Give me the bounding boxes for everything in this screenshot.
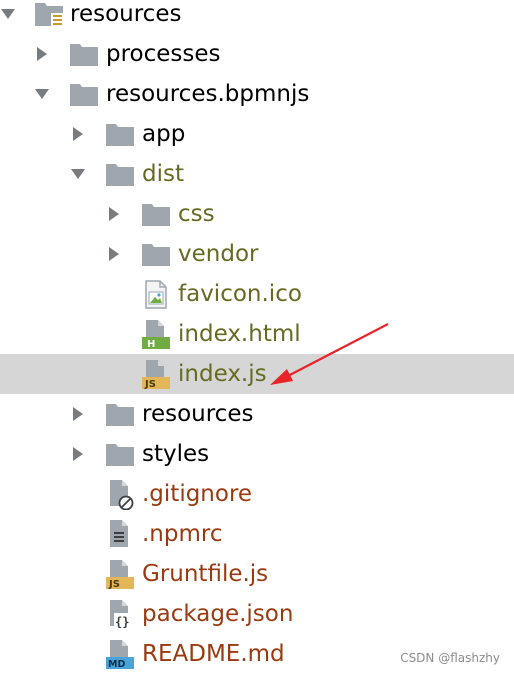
tree-item-package-json[interactable]: {} package.json (0, 594, 514, 634)
tree-item-npmrc[interactable]: .npmrc (0, 514, 514, 554)
chevron-right-icon[interactable] (68, 444, 88, 464)
folder-icon (105, 158, 135, 190)
file-badge: JS (108, 579, 120, 590)
tree-item-label: .gitignore (142, 481, 253, 507)
tree-item-label: resources (142, 401, 254, 427)
tree-item-vendor[interactable]: vendor (0, 234, 514, 274)
tree-item-label: Gruntfile.js (142, 561, 269, 587)
tree-item-label: vendor (178, 241, 259, 267)
chevron-right-icon[interactable] (68, 124, 88, 144)
json-file-icon: {} (105, 598, 135, 630)
tree-item-dist[interactable]: dist (0, 154, 514, 194)
tree-item-label: favicon.ico (178, 281, 302, 307)
chevron-right-icon[interactable] (68, 404, 88, 424)
module-folder-icon (34, 0, 64, 30)
file-badge: H (147, 339, 155, 350)
chevron-right-icon[interactable] (32, 44, 52, 64)
tree-item-index-js[interactable]: JS index.js (0, 354, 514, 394)
image-file-icon (141, 278, 171, 310)
file-badge: {} (115, 615, 129, 629)
watermark: CSDN @flashzhy (400, 651, 500, 665)
tree-item-label: styles (142, 441, 210, 467)
folder-icon (69, 38, 99, 70)
js-file-icon: JS (141, 358, 171, 390)
folder-icon (69, 78, 99, 110)
tree-item-label: README.md (142, 641, 285, 667)
chevron-down-icon[interactable] (0, 4, 18, 24)
file-badge: MD (108, 659, 125, 670)
tree-item-gruntfile[interactable]: JS Gruntfile.js (0, 554, 514, 594)
markdown-file-icon: MD (105, 638, 135, 670)
tree-item-resources-bpmnjs[interactable]: resources.bpmnjs (0, 74, 514, 114)
chevron-down-icon[interactable] (32, 84, 52, 104)
html-file-icon: H (141, 318, 171, 350)
folder-icon (141, 198, 171, 230)
tree-item-label: resources (70, 1, 182, 27)
tree-item-label: .npmrc (142, 521, 223, 547)
folder-icon (105, 398, 135, 430)
chevron-right-icon[interactable] (104, 244, 124, 264)
text-file-icon (105, 518, 135, 550)
tree-item-app[interactable]: app (0, 114, 514, 154)
tree-item-label: resources.bpmnjs (106, 81, 310, 107)
tree-item-label: css (178, 201, 215, 227)
chevron-down-icon[interactable] (68, 164, 88, 184)
file-badge: JS (144, 379, 156, 390)
chevron-right-icon[interactable] (104, 204, 124, 224)
tree-item-index-html[interactable]: H index.html (0, 314, 514, 354)
tree-item-label: index.js (178, 361, 267, 387)
tree-item-processes[interactable]: processes (0, 34, 514, 74)
folder-icon (141, 238, 171, 270)
tree-item-label: app (142, 121, 186, 147)
tree-item-label: processes (106, 41, 221, 67)
tree-item-label: dist (142, 161, 184, 187)
tree-item-resources[interactable]: resources (0, 0, 514, 34)
tree-item-styles[interactable]: styles (0, 434, 514, 474)
tree-item-css[interactable]: css (0, 194, 514, 234)
tree-item-gitignore[interactable]: .gitignore (0, 474, 514, 514)
tree-item-label: package.json (142, 601, 294, 627)
folder-icon (105, 438, 135, 470)
ignore-file-icon (105, 478, 135, 510)
tree-item-resources-sub[interactable]: resources (0, 394, 514, 434)
js-file-icon: JS (105, 558, 135, 590)
tree-item-label: index.html (178, 321, 301, 347)
tree-item-favicon[interactable]: favicon.ico (0, 274, 514, 314)
folder-icon (105, 118, 135, 150)
